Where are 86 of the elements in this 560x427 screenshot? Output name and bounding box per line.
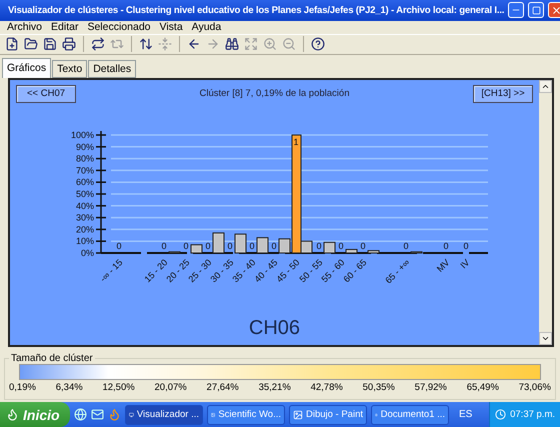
printer-icon[interactable]	[61, 36, 77, 52]
chart-caption: Clúster [8] 7, 0,19% de la población	[200, 88, 350, 100]
close-icon	[550, 4, 560, 16]
next-button[interactable]: [CH13] >>	[472, 84, 533, 103]
data-label: 0	[184, 240, 188, 251]
bar	[168, 251, 180, 254]
taskbar-button[interactable]: Scientific Wo...	[207, 404, 285, 424]
scrollbar[interactable]	[539, 80, 552, 345]
clock-icon	[495, 409, 506, 420]
axis-tick-label: 70%	[76, 165, 94, 176]
bar	[256, 236, 268, 254]
taskbar-button[interactable]: Visualizador ...	[125, 404, 203, 424]
language-indicator[interactable]: ES	[459, 409, 472, 420]
binoculars-icon[interactable]	[224, 36, 240, 52]
category-label: 65 - +∞	[383, 257, 412, 286]
bar	[368, 250, 380, 254]
axis-tick-label: 10%	[76, 236, 94, 246]
data-label: 0	[162, 240, 166, 251]
axis-tick-label: 60%	[76, 176, 94, 187]
help-icon[interactable]	[310, 36, 326, 52]
category-label: IV	[458, 257, 472, 270]
axis-tick-label: 40%	[76, 200, 94, 210]
scale-label: 42,78%	[310, 382, 343, 393]
scale-label: 57,92%	[414, 382, 447, 393]
scale-label: 35,21%	[258, 382, 291, 393]
axis-tick-label: 90%	[76, 142, 94, 152]
data-label: 0	[360, 240, 366, 251]
category-label: -∞ - 15	[98, 257, 124, 284]
menu-item[interactable]: Archivo	[7, 21, 42, 34]
data-label: 1	[294, 136, 298, 147]
scale-label: 65,49%	[466, 382, 499, 393]
axis-tick-label: 0%	[80, 248, 94, 258]
save-icon[interactable]	[42, 36, 58, 52]
data-label: 0	[250, 240, 254, 251]
taskbar-button[interactable]: Dibujo - Paint	[289, 404, 367, 424]
scale-label: 6,34%	[56, 382, 83, 393]
swap-icon[interactable]	[90, 36, 106, 52]
scale-label: 73,06%	[518, 382, 551, 393]
axis-tick-label: 30%	[76, 212, 94, 222]
data-label: 0	[206, 240, 210, 251]
data-label: 0	[228, 240, 232, 251]
bar	[234, 233, 246, 254]
new-file-icon[interactable]	[4, 36, 20, 52]
axis-tick-label: 100%	[70, 130, 94, 140]
axis-tick-label: 20%	[76, 224, 94, 234]
data-label: 0	[116, 240, 122, 251]
scale-label: 0,19%	[9, 382, 36, 393]
data-label: 0	[316, 240, 322, 251]
tab[interactable]: Gráficos	[2, 58, 52, 78]
menu-item[interactable]: Vista	[160, 21, 183, 34]
browser-icon[interactable]	[74, 408, 87, 421]
tab[interactable]: Texto	[52, 60, 88, 78]
clock: 07:37 p.m.	[510, 409, 555, 420]
scale-label: 27,64%	[206, 382, 239, 393]
bar	[190, 244, 202, 254]
menu-item[interactable]: Seleccionado	[87, 21, 150, 34]
window-title: Visualizador de clústeres - Clustering nivel educativo de los Planes Jefas/Jefes (PJ2_1) - Archivo local: general I...	[8, 4, 504, 16]
scale-label: 50,35%	[362, 382, 395, 393]
data-label: 0	[404, 240, 408, 251]
data-label: 0	[464, 240, 468, 251]
mail-icon[interactable]	[91, 408, 104, 421]
minimize-button[interactable]	[508, 2, 524, 18]
bar	[324, 242, 336, 254]
bar	[212, 232, 224, 254]
category-label: MV	[434, 257, 452, 274]
menu-item[interactable]: Ayuda	[192, 21, 222, 34]
image-icon	[293, 410, 303, 420]
legend-title: Tamaño de clúster	[10, 352, 94, 364]
maximize-button[interactable]	[528, 2, 544, 18]
data-label: 0	[444, 240, 448, 251]
scale-label: 20,07%	[154, 382, 187, 393]
axis-tick-label: 80%	[76, 153, 94, 164]
previous-button[interactable]: << CH07	[16, 84, 76, 103]
axis-tick-label: 50%	[76, 188, 94, 199]
tab[interactable]: Detalles	[88, 60, 136, 78]
cluster-label: CH06	[248, 316, 300, 340]
data-label: 0	[272, 240, 276, 251]
scale-label: 12,50%	[102, 382, 135, 393]
bar	[346, 248, 358, 254]
bar	[410, 251, 422, 254]
flame-icon	[6, 408, 19, 421]
data-label: 0	[338, 240, 344, 251]
maximize-icon	[532, 6, 541, 15]
close-button[interactable]	[548, 2, 560, 18]
taskbar-button[interactable]: Documento1 ...	[371, 404, 449, 424]
menu-item[interactable]: Editar	[51, 21, 78, 34]
